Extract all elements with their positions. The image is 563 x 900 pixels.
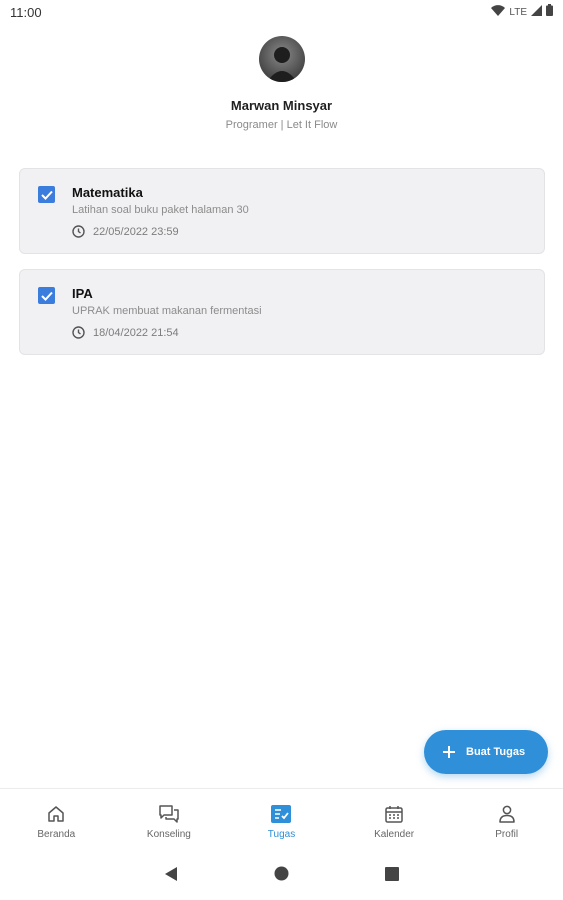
avatar[interactable]: [258, 36, 305, 82]
nav-label: Beranda: [37, 829, 76, 840]
nav-item-kalender[interactable]: Kalender: [338, 789, 451, 852]
back-icon[interactable]: [164, 866, 178, 887]
task-checkbox[interactable]: [38, 287, 55, 304]
nav-item-konseling[interactable]: Konseling: [113, 789, 226, 852]
person-icon: [498, 805, 515, 823]
nav-item-tugas[interactable]: Tugas: [225, 789, 338, 852]
home-icon: [48, 806, 65, 822]
check-icon: [40, 190, 53, 200]
task-description: Latihan soal buku paket halaman 30: [72, 204, 249, 216]
task-list: Matematika Latihan soal buku paket halam…: [19, 168, 545, 370]
chat-icon: [159, 805, 179, 823]
clock-icon: [72, 326, 85, 339]
task-description: UPRAK membuat makanan fermentasi: [72, 305, 262, 317]
home-circle-icon[interactable]: [274, 866, 289, 886]
task-card[interactable]: Matematika Latihan soal buku paket halam…: [19, 168, 545, 254]
nav-label: Tugas: [267, 829, 296, 840]
plus-icon: [443, 746, 455, 758]
profile-subtitle: Programer | Let It Flow: [225, 119, 338, 131]
task-list-icon: [271, 805, 292, 823]
task-card[interactable]: IPA UPRAK membuat makanan fermentasi 18/…: [19, 269, 545, 355]
profile-name: Marwan Minsyar: [230, 98, 333, 113]
wifi-icon: [491, 3, 506, 21]
recents-icon[interactable]: [385, 866, 399, 886]
task-datetime: 22/05/2022 23:59: [93, 225, 179, 238]
task-deadline: 22/05/2022 23:59: [72, 225, 179, 238]
status-icons: LTE: [491, 3, 553, 21]
bottom-nav: Beranda Konseling Tugas Kalender Profil: [0, 788, 563, 852]
battery-icon: [546, 3, 553, 21]
profile-header: Marwan Minsyar Programer | Let It Flow: [0, 36, 563, 131]
calendar-icon: [385, 806, 403, 823]
clock-icon: [72, 225, 85, 238]
nav-item-beranda[interactable]: Beranda: [0, 789, 113, 852]
network-type-label: LTE: [509, 6, 527, 18]
status-bar: 11:00 LTE: [0, 0, 563, 24]
nav-label: Konseling: [146, 829, 191, 840]
task-checkbox[interactable]: [38, 186, 55, 203]
create-task-button[interactable]: Buat Tugas: [424, 730, 548, 774]
task-datetime: 18/04/2022 21:54: [93, 326, 179, 339]
nav-item-profil[interactable]: Profil: [450, 789, 563, 852]
system-nav-bar: [0, 852, 563, 900]
check-icon: [40, 291, 53, 301]
nav-label: Kalender: [374, 829, 415, 840]
task-title: IPA: [72, 286, 93, 301]
task-deadline: 18/04/2022 21:54: [72, 326, 179, 339]
task-title: Matematika: [72, 185, 143, 200]
create-task-label: Buat Tugas: [466, 746, 526, 758]
nav-label: Profil: [495, 829, 519, 840]
status-time: 11:00: [10, 4, 42, 20]
cell-signal-icon: [531, 3, 542, 21]
